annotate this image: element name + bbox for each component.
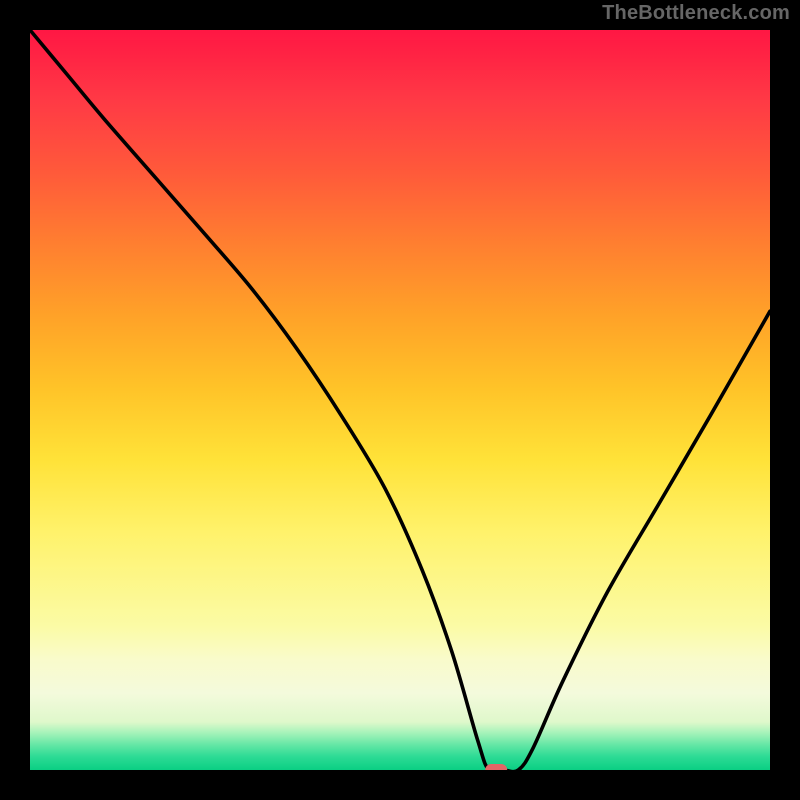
frame-right [770, 0, 800, 800]
plot-area [30, 30, 770, 770]
curve-svg [30, 30, 770, 770]
watermark-label: TheBottleneck.com [602, 2, 790, 25]
chart-container: TheBottleneck.com [0, 0, 800, 800]
frame-bottom [0, 770, 800, 800]
bottleneck-curve [30, 30, 770, 770]
frame-left [0, 0, 30, 800]
